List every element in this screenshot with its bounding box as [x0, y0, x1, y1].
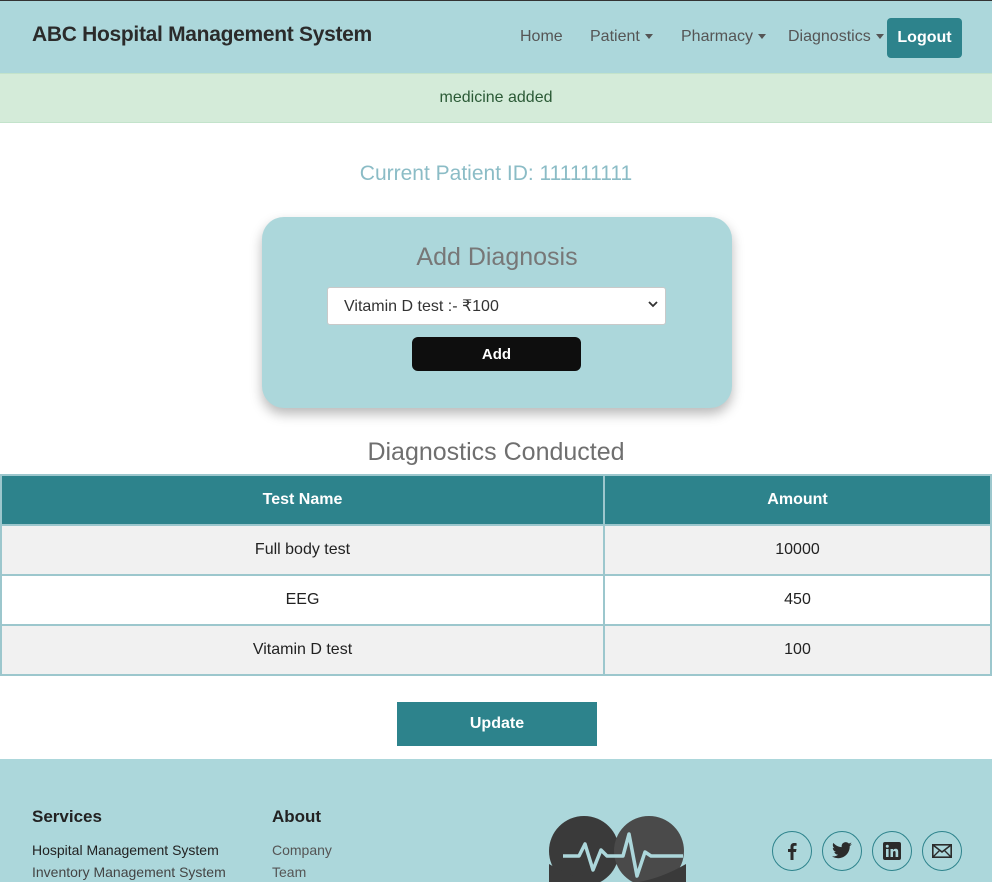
facebook-icon[interactable] — [772, 831, 812, 871]
nav-pharmacy-label: Pharmacy — [681, 28, 754, 45]
navbar: ABC Hospital Management System Home Pati… — [0, 0, 992, 73]
update-button[interactable]: Update — [397, 702, 597, 746]
amount-cell: 10000 — [603, 524, 992, 576]
test-name-cell: Full body test — [0, 524, 605, 576]
table-header-row: Test Name Amount — [0, 474, 992, 526]
current-patient-id: Current Patient ID: 111111111 — [359, 162, 633, 185]
test-name-cell: Vitamin D test — [0, 624, 605, 676]
nav-diagnostics-label: Diagnostics — [788, 28, 871, 45]
nav-diagnostics-dropdown[interactable]: Diagnostics — [788, 28, 884, 46]
caret-down-icon — [875, 34, 884, 40]
mail-icon[interactable] — [922, 831, 962, 871]
chevron-down-icon — [648, 301, 658, 308]
table-row: Vitamin D test 100 — [0, 624, 992, 676]
footer-link-company[interactable]: Company — [272, 842, 332, 858]
diagnostics-conducted-title: Diagnostics Conducted — [367, 438, 625, 466]
logout-button[interactable]: Logout — [887, 18, 962, 58]
brand-title[interactable]: ABC Hospital Management System — [32, 23, 372, 47]
footer-about-heading: About — [272, 807, 322, 826]
caret-down-icon — [758, 34, 767, 40]
table-row: EEG 450 — [0, 574, 992, 626]
linkedin-icon[interactable] — [872, 831, 912, 871]
footer: Services Hospital Management System Inve… — [0, 759, 992, 882]
footer-link-hospital-management[interactable]: Hospital Management System — [32, 842, 219, 858]
table-row: Full body test 10000 — [0, 524, 992, 576]
twitter-icon[interactable] — [822, 831, 862, 871]
diagnosis-select[interactable]: Vitamin D test :- ₹100 — [327, 287, 666, 325]
column-header-test-name: Test Name — [0, 474, 605, 526]
diagnosis-select-value: Vitamin D test :- ₹100 — [344, 298, 499, 315]
nav-patient-label: Patient — [590, 28, 640, 45]
success-alert: medicine added — [0, 73, 992, 123]
footer-link-inventory-management[interactable]: Inventory Management System — [32, 864, 226, 880]
heart-pulse-icon — [549, 816, 686, 882]
nav-pharmacy-dropdown[interactable]: Pharmacy — [681, 28, 767, 46]
amount-cell: 450 — [603, 574, 992, 626]
nav-patient-dropdown[interactable]: Patient — [590, 28, 653, 46]
footer-link-team[interactable]: Team — [272, 864, 306, 880]
caret-down-icon — [644, 34, 653, 40]
test-name-cell: EEG — [0, 574, 605, 626]
footer-services-heading: Services — [32, 807, 102, 826]
nav-home[interactable]: Home — [520, 28, 563, 46]
add-diagnosis-button[interactable]: Add — [412, 337, 581, 371]
add-diagnosis-title: Add Diagnosis — [416, 243, 578, 271]
add-diagnosis-card: Add Diagnosis Vitamin D test :- ₹100 Add — [262, 217, 732, 408]
amount-cell: 100 — [603, 624, 992, 676]
diagnostics-table: Test Name Amount Full body test 10000 EE… — [0, 474, 992, 676]
column-header-amount: Amount — [603, 474, 992, 526]
